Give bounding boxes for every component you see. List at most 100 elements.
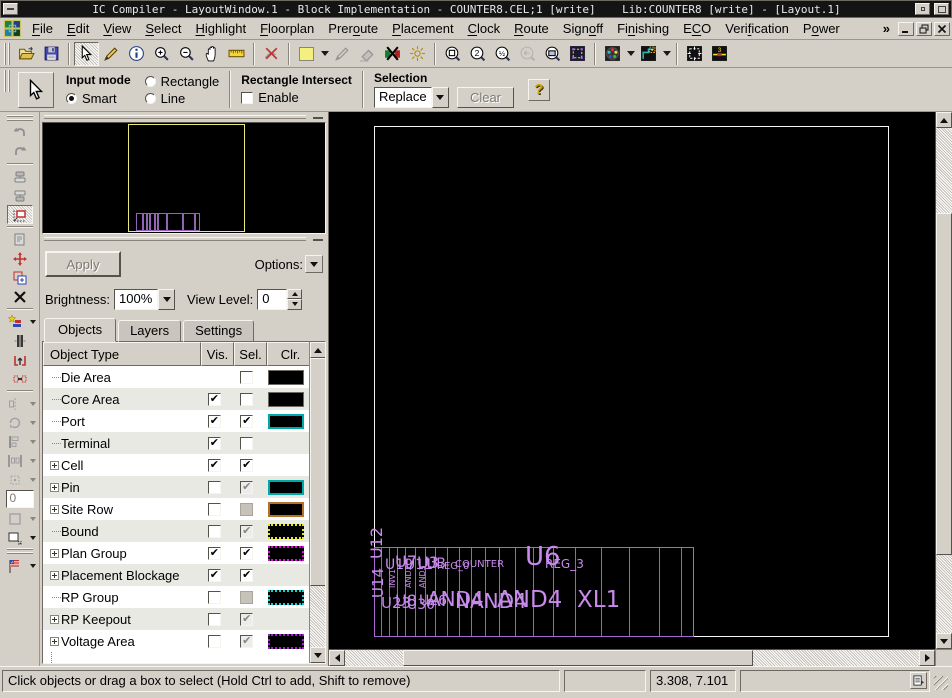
color-view-options-button-dropdown[interactable] bbox=[625, 42, 636, 66]
rotate-button[interactable] bbox=[2, 413, 28, 432]
spin-down-button[interactable] bbox=[287, 299, 302, 310]
toolbar-grip[interactable] bbox=[7, 548, 33, 555]
mdi-restore-button[interactable] bbox=[916, 22, 932, 36]
menu-highlight[interactable]: Highlight bbox=[188, 19, 253, 38]
input-mode-smart[interactable]: Smart bbox=[66, 91, 131, 106]
open-button[interactable] bbox=[14, 42, 39, 66]
selectability-checkbox[interactable] bbox=[240, 437, 253, 450]
panel-splitter[interactable] bbox=[40, 234, 328, 244]
scrollbar-thumb[interactable] bbox=[310, 358, 326, 586]
attach-button-dropdown[interactable] bbox=[28, 313, 38, 331]
polygon-button-dropdown[interactable] bbox=[28, 529, 38, 547]
shape-button[interactable] bbox=[2, 509, 28, 528]
options-dropdown-button[interactable] bbox=[305, 255, 323, 273]
copy-object-button[interactable] bbox=[7, 268, 33, 287]
push-hierarchy-button[interactable] bbox=[7, 167, 33, 186]
rotate-button-dropdown[interactable] bbox=[28, 414, 38, 432]
scroll-down-button[interactable] bbox=[936, 633, 952, 649]
selectability-checkbox[interactable]: ✔ bbox=[240, 415, 253, 428]
visibility-checkbox[interactable]: ✔ bbox=[208, 415, 221, 428]
input-mode-rectangle[interactable]: Rectangle bbox=[145, 74, 220, 89]
column-header-clr[interactable]: Clr. bbox=[267, 342, 314, 366]
flightline-toggle-button[interactable] bbox=[259, 42, 284, 66]
selectability-checkbox[interactable] bbox=[240, 503, 253, 516]
save-view-button[interactable] bbox=[565, 42, 590, 66]
stretch-button[interactable] bbox=[7, 350, 33, 369]
scrollbar-track[interactable] bbox=[310, 586, 325, 647]
menu-power[interactable]: Power bbox=[796, 19, 847, 38]
align-button-dropdown[interactable] bbox=[28, 433, 38, 451]
collapse-handle-icon[interactable] bbox=[313, 239, 323, 241]
scroll-left-button[interactable] bbox=[329, 650, 345, 666]
highlight-clear-button[interactable] bbox=[380, 42, 405, 66]
selectability-checkbox[interactable]: ✔ bbox=[240, 569, 253, 582]
visibility-checkbox[interactable] bbox=[208, 503, 221, 516]
zoom-previous-button[interactable] bbox=[515, 42, 540, 66]
visibility-checkbox[interactable]: ✔ bbox=[208, 437, 221, 450]
color-view-options-button[interactable] bbox=[600, 42, 625, 66]
zoom-selection-button[interactable] bbox=[440, 42, 465, 66]
flag-button[interactable] bbox=[2, 556, 28, 575]
menu-signoff[interactable]: Signoff bbox=[556, 19, 610, 38]
apply-button[interactable]: Apply bbox=[45, 251, 121, 277]
selection-options-button[interactable] bbox=[682, 42, 707, 66]
menu-clock[interactable]: Clock bbox=[461, 19, 508, 38]
distribute-button[interactable] bbox=[2, 451, 28, 470]
zoom-out-tool-button[interactable] bbox=[174, 42, 199, 66]
dim-button[interactable] bbox=[405, 42, 430, 66]
combo-arrow-button[interactable] bbox=[432, 87, 449, 108]
color-swatch[interactable] bbox=[268, 524, 304, 539]
visibility-checkbox[interactable] bbox=[208, 613, 221, 626]
table-row-die-area[interactable]: Die Area bbox=[43, 366, 309, 388]
menu-floorplan[interactable]: Floorplan bbox=[253, 19, 321, 38]
pop-hierarchy-button[interactable] bbox=[7, 186, 33, 205]
collapse-handle-icon[interactable] bbox=[313, 117, 323, 119]
scroll-right-button[interactable] bbox=[919, 650, 935, 666]
spin-up-button[interactable] bbox=[287, 289, 302, 300]
toolbar-grip[interactable] bbox=[7, 115, 33, 122]
scrollbar-track[interactable] bbox=[936, 555, 952, 633]
menu-file[interactable]: File bbox=[25, 19, 60, 38]
rect-intersect-enable[interactable]: Enable bbox=[241, 90, 352, 105]
menu-view[interactable]: View bbox=[96, 19, 138, 38]
column-header-objecttype[interactable]: Object Type bbox=[43, 342, 201, 366]
selection-mode-combo[interactable]: Replace bbox=[374, 87, 449, 108]
highlight-color-button-dropdown[interactable] bbox=[319, 42, 330, 66]
table-row-plan-group[interactable]: Plan Group✔✔ bbox=[43, 542, 309, 564]
table-row-cell[interactable]: Cell✔✔ bbox=[43, 454, 309, 476]
canvas-vertical-scrollbar[interactable] bbox=[935, 112, 952, 649]
canvas-horizontal-scrollbar[interactable] bbox=[329, 649, 935, 666]
visibility-checkbox[interactable] bbox=[208, 525, 221, 538]
expand-icon[interactable] bbox=[50, 615, 59, 624]
edit-tool-button[interactable] bbox=[99, 42, 124, 66]
object-table-scrollbar[interactable] bbox=[309, 342, 325, 663]
menu-preroute[interactable]: Preroute bbox=[321, 19, 385, 38]
color-swatch[interactable] bbox=[268, 502, 304, 517]
selectability-checkbox[interactable]: ✔ bbox=[240, 525, 253, 538]
scrollbar-track[interactable] bbox=[936, 128, 952, 213]
window-iconify-button[interactable] bbox=[915, 3, 930, 15]
menu-edit[interactable]: Edit bbox=[60, 19, 96, 38]
visibility-checkbox[interactable]: ✔ bbox=[208, 547, 221, 560]
menu-eco[interactable]: ECO bbox=[676, 19, 718, 38]
scroll-up-button[interactable] bbox=[936, 112, 952, 128]
zoom-area-tool-button[interactable] bbox=[7, 205, 33, 224]
mdi-close-button[interactable] bbox=[934, 22, 950, 36]
flag-button-dropdown[interactable] bbox=[28, 557, 38, 575]
menu-placement[interactable]: Placement bbox=[385, 19, 460, 38]
menu-overflow-indicator[interactable]: » bbox=[877, 21, 896, 36]
selectability-checkbox[interactable]: ✔ bbox=[240, 613, 253, 626]
menu-route[interactable]: Route bbox=[507, 19, 556, 38]
menu-finishing[interactable]: Finishing bbox=[610, 19, 676, 38]
table-row-terminal[interactable]: Terminal✔ bbox=[43, 432, 309, 454]
table-row-pin[interactable]: Pin✔ bbox=[43, 476, 309, 498]
highlight-color-button[interactable] bbox=[294, 42, 319, 66]
flip-button[interactable] bbox=[2, 394, 28, 413]
highlight-draw-button[interactable] bbox=[330, 42, 355, 66]
snap-button-dropdown[interactable] bbox=[28, 471, 38, 489]
expand-icon[interactable] bbox=[50, 571, 59, 580]
distribute-button-dropdown[interactable] bbox=[28, 452, 38, 470]
brightness-combo[interactable]: 100% bbox=[114, 289, 175, 310]
save-button[interactable] bbox=[39, 42, 64, 66]
pan-tool-button[interactable] bbox=[199, 42, 224, 66]
